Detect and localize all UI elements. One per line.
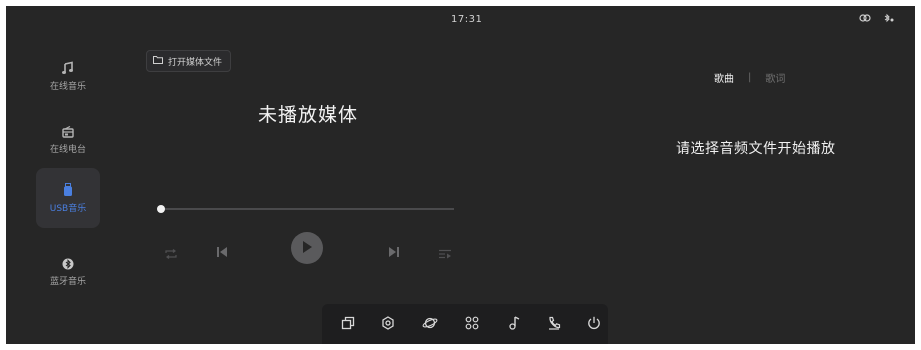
next-icon (388, 243, 400, 262)
progress-knob[interactable] (157, 205, 165, 213)
open-media-file-button[interactable]: 打开媒体文件 (146, 50, 232, 72)
dock-window-button[interactable] (338, 314, 358, 334)
sidebar-item-label: 蓝牙音乐 (49, 276, 86, 287)
radio-icon (61, 125, 75, 138)
sidebar-item-label: 在线音乐 (49, 81, 86, 92)
link-icon (859, 13, 871, 23)
play-button[interactable] (291, 232, 323, 264)
music-icon (508, 315, 520, 334)
empty-playlist-hint: 请选择音频文件开始播放 (676, 141, 836, 157)
bottom-dock (322, 304, 608, 344)
folder-icon (153, 55, 163, 67)
sidebar-item-label: USB音乐 (49, 203, 87, 214)
clock: 17:31 (451, 14, 483, 25)
apps-grid-icon (465, 315, 479, 334)
phone-icon (547, 315, 561, 334)
sidebar-item-online-radio[interactable]: 在线电台 (36, 110, 100, 170)
dock-apps-button[interactable] (462, 314, 482, 334)
bluetooth-off-icon (883, 13, 895, 23)
settings-icon (381, 315, 395, 334)
dock-planet-button[interactable] (420, 314, 440, 334)
tab-lyrics[interactable]: 歌词 (765, 70, 785, 85)
sidebar-item-online-music[interactable]: 在线音乐 (36, 46, 100, 106)
open-media-file-label: 打开媒体文件 (168, 57, 223, 68)
bluetooth-icon (62, 258, 74, 270)
previous-icon (216, 243, 228, 262)
progress-track[interactable] (160, 208, 454, 210)
sidebar-item-bluetooth-music[interactable]: 蓝牙音乐 (36, 242, 100, 302)
playlist-button[interactable] (438, 244, 452, 263)
sidebar-item-usb-music[interactable]: USB音乐 (36, 168, 100, 228)
media-player-screen: 17:31 在线音乐 在线电台 USB音乐 蓝牙音乐 打开媒体文件 未播放媒体 … (6, 6, 915, 344)
dock-settings-button[interactable] (378, 314, 398, 334)
usb-drive-icon (62, 182, 74, 197)
playlist-icon (438, 244, 452, 263)
sidebar-item-label: 在线电台 (49, 144, 86, 155)
status-bar: 17:31 (6, 6, 915, 36)
play-icon (301, 239, 313, 258)
next-button[interactable] (388, 243, 400, 262)
planet-icon (422, 315, 438, 334)
status-icons (859, 13, 895, 23)
lyrics-panel-tabs: 歌曲 | 歌词 (714, 70, 785, 85)
tab-songs[interactable]: 歌曲 (714, 70, 734, 85)
window-icon (341, 315, 355, 334)
dock-power-button[interactable] (584, 314, 604, 334)
tab-separator: | (748, 72, 752, 83)
previous-button[interactable] (216, 243, 228, 262)
dock-phone-button[interactable] (544, 314, 564, 334)
repeat-button[interactable] (164, 244, 178, 263)
media-title: 未播放媒体 (258, 104, 359, 126)
dock-music-button[interactable] (504, 314, 524, 334)
music-note-icon (61, 61, 75, 75)
repeat-icon (164, 244, 178, 263)
power-timer-icon (587, 315, 601, 334)
